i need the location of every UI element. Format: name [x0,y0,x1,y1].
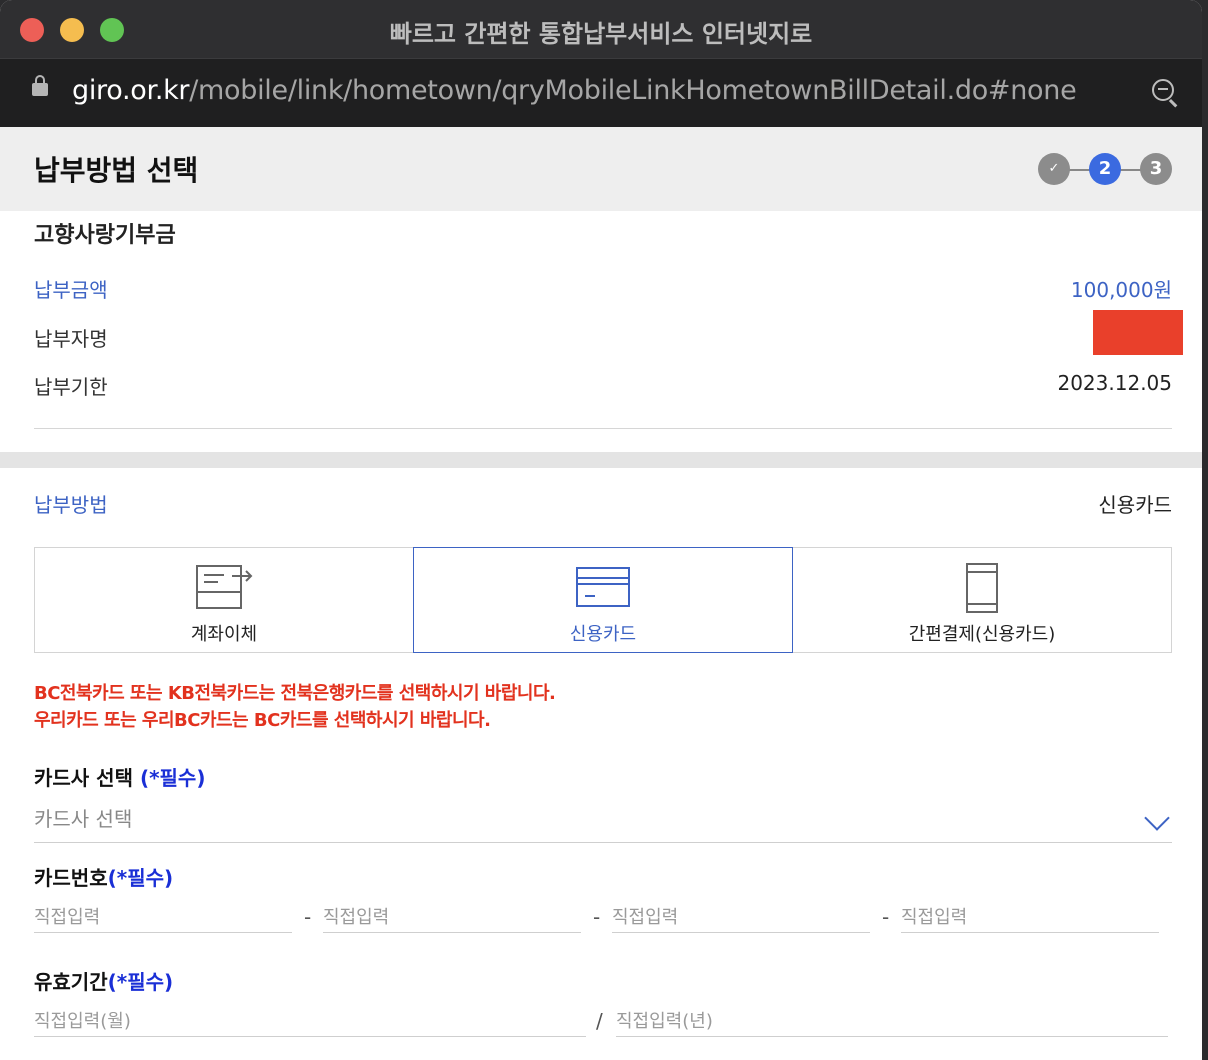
separator: - [882,905,890,929]
required-mark: (*필수) [107,970,174,994]
card-number-input-4[interactable] [901,902,1159,933]
method-bank-transfer[interactable]: 계좌이체 [34,547,414,653]
card-notice-2: 우리카드 또는 우리BC카드는 BC카드를 선택하시기 바랍니다. [34,710,491,731]
payer-name-label: 납부자명 [34,327,108,351]
main-content: 고향사랑기부금 납부금액 100,000원 납부자명 납부기한 2023.12.… [0,211,1202,1060]
window-title: 빠르고 간편한 통합납부서비스 인터넷지로 [389,20,813,48]
expiry-year-input[interactable] [616,1006,1168,1037]
separator: - [593,905,601,929]
card-number-label: 카드번호(*필수) [34,862,173,891]
card-number-input-3[interactable] [612,902,870,933]
bill-name: 고향사랑기부금 [34,223,176,248]
title-bar: 빠르고 간편한 통합납부서비스 인터넷지로 [0,0,1202,58]
amount-label: 납부금액 [34,278,108,302]
lock-icon [32,75,48,96]
expiry-month-input[interactable] [34,1006,586,1037]
card-number-input-2[interactable] [323,902,581,933]
credit-card-icon [576,567,630,607]
card-company-label: 카드사 선택 (*필수) [34,762,205,791]
chevron-down-icon[interactable] [1144,805,1170,831]
page-header: 납부방법 선택 ✓ 2 3 [0,127,1202,211]
due-date-label: 납부기한 [34,375,108,399]
url-host: giro.or.kr [72,75,190,106]
browser-window: 빠르고 간편한 통합납부서비스 인터넷지로 giro.or.kr/mobile/… [0,0,1202,1060]
mobile-phone-icon [966,563,998,613]
method-label: 신용카드 [569,624,637,645]
step-3-indicator: 3 [1140,153,1172,185]
divider [34,428,1172,429]
expiry-label-text: 유효기간 [34,970,108,994]
payment-method-selected: 신용카드 [1098,493,1172,517]
page-title: 납부방법 선택 [34,154,199,187]
card-number-input-1[interactable] [34,902,292,933]
separator: / [596,1009,603,1033]
bank-transfer-icon [196,565,253,609]
url-text[interactable]: giro.or.kr/mobile/link/hometown/qryMobil… [72,75,1077,106]
address-bar[interactable]: giro.or.kr/mobile/link/hometown/qryMobil… [0,58,1202,127]
select-underline [34,842,1172,843]
required-mark: (*필수) [107,866,174,890]
url-path: /mobile/link/hometown/qryMobileLinkHomet… [189,75,1077,106]
method-label: 계좌이체 [190,624,258,645]
card-company-label-text: 카드사 선택 [34,766,133,790]
method-credit-card[interactable]: 신용카드 [413,547,793,653]
method-label: 간편결제(신용카드) [908,624,1056,645]
payer-name-redaction [1093,310,1183,355]
method-easy-pay[interactable]: 간편결제(신용카드) [792,547,1172,653]
zoom-out-icon[interactable] [1152,79,1174,101]
amount-value: 100,000원 [1070,278,1172,302]
due-date-value: 2023.12.05 [1057,371,1172,395]
card-company-select[interactable]: 카드사 선택 [34,803,132,832]
payment-method-label: 납부방법 [34,493,108,517]
expiry-label: 유효기간(*필수) [34,966,173,995]
required-mark: (*필수) [139,766,206,790]
card-notice-1: BC전북카드 또는 KB전북카드는 전북은행카드를 선택하시기 바랍니다. [34,683,556,704]
payment-method-options: 계좌이체 신용카드 간편결제(신용카드) [34,547,1172,655]
separator: - [304,905,312,929]
section-separator [0,452,1202,468]
step-1-done-indicator: ✓ [1038,153,1070,185]
card-number-label-text: 카드번호 [34,866,108,890]
step-2-active-indicator: 2 [1089,153,1121,185]
